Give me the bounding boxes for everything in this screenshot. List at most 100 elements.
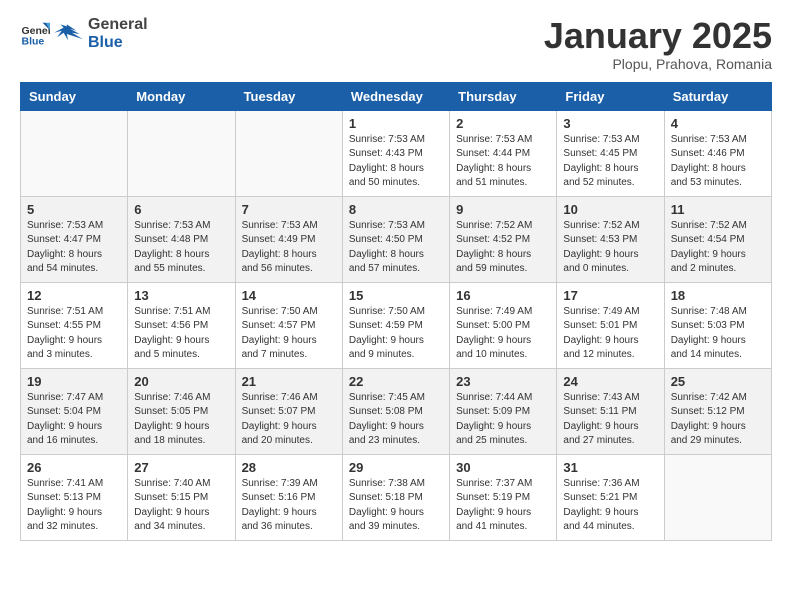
calendar-day-cell: 23 Sunrise: 7:44 AM Sunset: 5:09 PM Dayli… (450, 368, 557, 454)
day-number: 16 (456, 288, 550, 303)
day-number: 3 (563, 116, 657, 131)
day-info: Sunrise: 7:52 AM Sunset: 4:53 PM Dayligh… (563, 219, 657, 277)
page-header: General Blue General Blue January 2025 P… (20, 16, 772, 72)
day-info: Sunrise: 7:38 AM Sunset: 5:18 PM Dayligh… (349, 477, 443, 535)
header-sunday: Sunday (21, 82, 128, 110)
day-info: Sunrise: 7:53 AM Sunset: 4:44 PM Dayligh… (456, 133, 550, 191)
calendar-day-cell: 13 Sunrise: 7:51 AM Sunset: 4:56 PM Dayli… (128, 282, 235, 368)
calendar-day-cell: 20 Sunrise: 7:46 AM Sunset: 5:05 PM Dayli… (128, 368, 235, 454)
day-info: Sunrise: 7:52 AM Sunset: 4:52 PM Dayligh… (456, 219, 550, 277)
day-number: 5 (27, 202, 121, 217)
day-info: Sunrise: 7:53 AM Sunset: 4:43 PM Dayligh… (349, 133, 443, 191)
day-number: 12 (27, 288, 121, 303)
svg-text:Blue: Blue (22, 36, 45, 48)
day-info: Sunrise: 7:53 AM Sunset: 4:46 PM Dayligh… (671, 133, 765, 191)
day-number: 1 (349, 116, 443, 131)
day-info: Sunrise: 7:51 AM Sunset: 4:56 PM Dayligh… (134, 305, 228, 363)
day-number: 13 (134, 288, 228, 303)
day-info: Sunrise: 7:53 AM Sunset: 4:47 PM Dayligh… (27, 219, 121, 277)
day-number: 31 (563, 460, 657, 475)
day-number: 10 (563, 202, 657, 217)
day-info: Sunrise: 7:51 AM Sunset: 4:55 PM Dayligh… (27, 305, 121, 363)
day-info: Sunrise: 7:44 AM Sunset: 5:09 PM Dayligh… (456, 391, 550, 449)
calendar-week-row: 12 Sunrise: 7:51 AM Sunset: 4:55 PM Dayli… (21, 282, 772, 368)
title-section: January 2025 Plopu, Prahova, Romania (544, 16, 772, 72)
day-number: 25 (671, 374, 765, 389)
calendar-header-row: SundayMondayTuesdayWednesdayThursdayFrid… (21, 82, 772, 110)
calendar-day-cell (128, 110, 235, 196)
day-info: Sunrise: 7:53 AM Sunset: 4:48 PM Dayligh… (134, 219, 228, 277)
calendar-day-cell: 5 Sunrise: 7:53 AM Sunset: 4:47 PM Daylig… (21, 196, 128, 282)
calendar-day-cell: 17 Sunrise: 7:49 AM Sunset: 5:01 PM Dayli… (557, 282, 664, 368)
day-info: Sunrise: 7:49 AM Sunset: 5:01 PM Dayligh… (563, 305, 657, 363)
calendar-day-cell: 16 Sunrise: 7:49 AM Sunset: 5:00 PM Dayli… (450, 282, 557, 368)
day-info: Sunrise: 7:41 AM Sunset: 5:13 PM Dayligh… (27, 477, 121, 535)
calendar-day-cell: 31 Sunrise: 7:36 AM Sunset: 5:21 PM Dayli… (557, 454, 664, 540)
day-number: 11 (671, 202, 765, 217)
location-subtitle: Plopu, Prahova, Romania (544, 56, 772, 72)
day-info: Sunrise: 7:42 AM Sunset: 5:12 PM Dayligh… (671, 391, 765, 449)
calendar-day-cell: 29 Sunrise: 7:38 AM Sunset: 5:18 PM Dayli… (342, 454, 449, 540)
day-number: 9 (456, 202, 550, 217)
logo-text-blue: Blue (88, 34, 123, 51)
calendar-day-cell: 11Sunrise: 7:52 AM Sunset: 4:54 PM Dayli… (664, 196, 771, 282)
day-info: Sunrise: 7:36 AM Sunset: 5:21 PM Dayligh… (563, 477, 657, 535)
header-monday: Monday (128, 82, 235, 110)
calendar-day-cell: 4 Sunrise: 7:53 AM Sunset: 4:46 PM Daylig… (664, 110, 771, 196)
calendar-day-cell (21, 110, 128, 196)
calendar-day-cell: 24 Sunrise: 7:43 AM Sunset: 5:11 PM Dayli… (557, 368, 664, 454)
day-number: 2 (456, 116, 550, 131)
day-number: 19 (27, 374, 121, 389)
day-number: 23 (456, 374, 550, 389)
day-number: 20 (134, 374, 228, 389)
calendar-day-cell: 10 Sunrise: 7:52 AM Sunset: 4:53 PM Dayli… (557, 196, 664, 282)
day-number: 14 (242, 288, 336, 303)
day-info: Sunrise: 7:49 AM Sunset: 5:00 PM Dayligh… (456, 305, 550, 363)
day-info: Sunrise: 7:50 AM Sunset: 4:57 PM Dayligh… (242, 305, 336, 363)
calendar-day-cell: 12 Sunrise: 7:51 AM Sunset: 4:55 PM Dayli… (21, 282, 128, 368)
calendar-day-cell: 15Sunrise: 7:50 AM Sunset: 4:59 PM Dayli… (342, 282, 449, 368)
day-number: 7 (242, 202, 336, 217)
day-info: Sunrise: 7:50 AM Sunset: 4:59 PM Dayligh… (349, 305, 443, 363)
day-info: Sunrise: 7:40 AM Sunset: 5:15 PM Dayligh… (134, 477, 228, 535)
calendar-day-cell: 26Sunrise: 7:41 AM Sunset: 5:13 PM Dayli… (21, 454, 128, 540)
day-info: Sunrise: 7:39 AM Sunset: 5:16 PM Dayligh… (242, 477, 336, 535)
day-number: 27 (134, 460, 228, 475)
header-saturday: Saturday (664, 82, 771, 110)
logo: General Blue General Blue (20, 16, 148, 52)
calendar-table: SundayMondayTuesdayWednesdayThursdayFrid… (20, 82, 772, 541)
day-info: Sunrise: 7:47 AM Sunset: 5:04 PM Dayligh… (27, 391, 121, 449)
day-info: Sunrise: 7:46 AM Sunset: 5:07 PM Dayligh… (242, 391, 336, 449)
calendar-day-cell (664, 454, 771, 540)
calendar-day-cell: 18Sunrise: 7:48 AM Sunset: 5:03 PM Dayli… (664, 282, 771, 368)
logo-bird-icon (54, 18, 86, 50)
header-tuesday: Tuesday (235, 82, 342, 110)
day-number: 17 (563, 288, 657, 303)
calendar-week-row: 26Sunrise: 7:41 AM Sunset: 5:13 PM Dayli… (21, 454, 772, 540)
calendar-day-cell: 7 Sunrise: 7:53 AM Sunset: 4:49 PM Daylig… (235, 196, 342, 282)
day-number: 4 (671, 116, 765, 131)
day-info: Sunrise: 7:45 AM Sunset: 5:08 PM Dayligh… (349, 391, 443, 449)
calendar-day-cell: 6Sunrise: 7:53 AM Sunset: 4:48 PM Daylig… (128, 196, 235, 282)
calendar-day-cell: 28Sunrise: 7:39 AM Sunset: 5:16 PM Dayli… (235, 454, 342, 540)
day-info: Sunrise: 7:53 AM Sunset: 4:49 PM Dayligh… (242, 219, 336, 277)
calendar-day-cell: 9 Sunrise: 7:52 AM Sunset: 4:52 PM Daylig… (450, 196, 557, 282)
calendar-day-cell: 21 Sunrise: 7:46 AM Sunset: 5:07 PM Dayli… (235, 368, 342, 454)
day-info: Sunrise: 7:46 AM Sunset: 5:05 PM Dayligh… (134, 391, 228, 449)
header-wednesday: Wednesday (342, 82, 449, 110)
calendar-day-cell: 27 Sunrise: 7:40 AM Sunset: 5:15 PM Dayli… (128, 454, 235, 540)
day-number: 21 (242, 374, 336, 389)
day-number: 24 (563, 374, 657, 389)
calendar-day-cell: 30Sunrise: 7:37 AM Sunset: 5:19 PM Dayli… (450, 454, 557, 540)
day-number: 8 (349, 202, 443, 217)
calendar-day-cell: 14 Sunrise: 7:50 AM Sunset: 4:57 PM Dayli… (235, 282, 342, 368)
calendar-day-cell: 25 Sunrise: 7:42 AM Sunset: 5:12 PM Dayli… (664, 368, 771, 454)
calendar-day-cell: 22 Sunrise: 7:45 AM Sunset: 5:08 PM Dayli… (342, 368, 449, 454)
logo-icon: General Blue (20, 19, 50, 49)
calendar-day-cell: 2 Sunrise: 7:53 AM Sunset: 4:44 PM Daylig… (450, 110, 557, 196)
day-number: 22 (349, 374, 443, 389)
day-info: Sunrise: 7:43 AM Sunset: 5:11 PM Dayligh… (563, 391, 657, 449)
day-number: 29 (349, 460, 443, 475)
month-title: January 2025 (544, 16, 772, 56)
calendar-day-cell (235, 110, 342, 196)
